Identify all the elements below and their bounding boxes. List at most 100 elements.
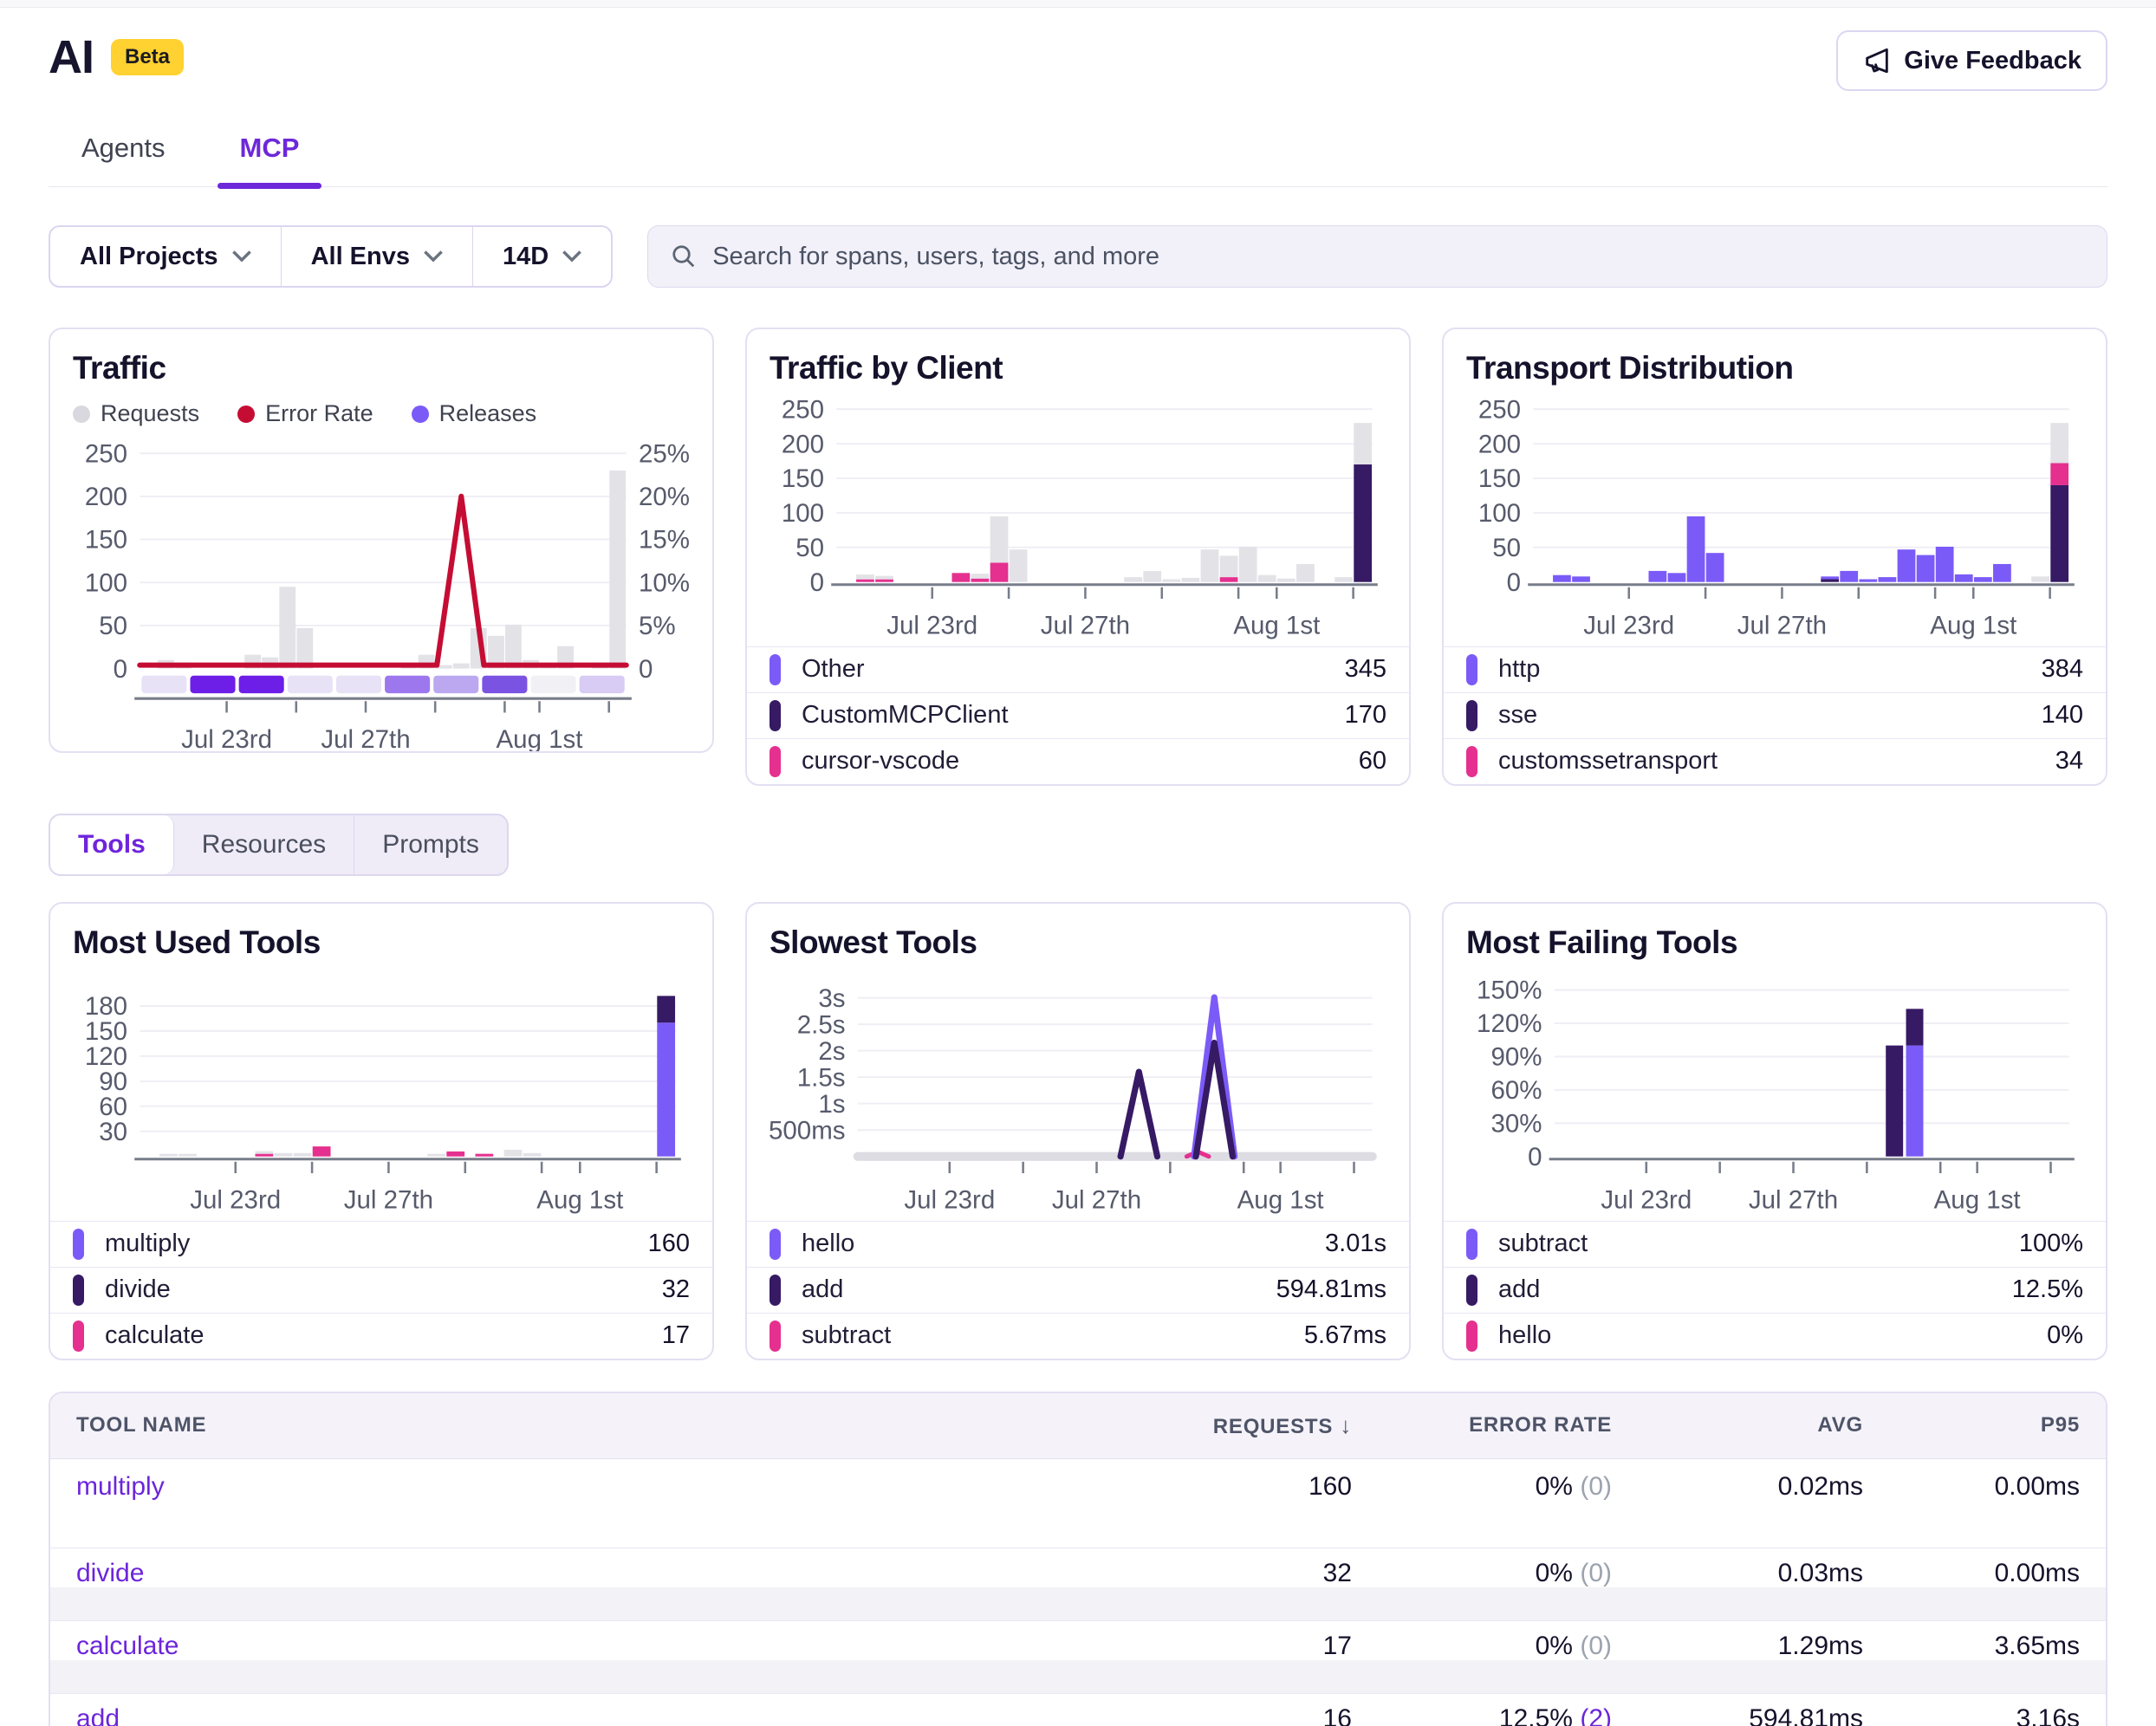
traffic-by-client-chart[interactable]: 050100150200250Jul 23rdJul 27thAug 1st (770, 392, 1386, 643)
requests-cell: 160 (1135, 1459, 1352, 1515)
error-rate-cell: 0% (0) (1352, 1548, 1612, 1599)
tab-mcp[interactable]: MCP (237, 120, 303, 186)
legend-error-rate[interactable]: Error Rate (237, 400, 373, 427)
legend-row-http[interactable]: http 384 (1444, 646, 2106, 692)
tab-agents[interactable]: Agents (78, 120, 169, 186)
svg-text:15%: 15% (639, 526, 690, 555)
most-used-tools-card: Most Used Tools 306090120150180Jul 23rdJ… (49, 902, 714, 1360)
svg-text:150: 150 (85, 526, 127, 555)
col-error-rate[interactable]: ERROR RATE (1352, 1413, 1612, 1437)
tool-link-calculate[interactable]: calculate (76, 1632, 179, 1660)
legend-row-customssetransport[interactable]: customssetransport 34 (1444, 738, 2106, 784)
legend-row-subtract[interactable]: subtract 100% (1444, 1221, 2106, 1267)
most-failing-tools-chart[interactable]: 030%60%90%120%150%Jul 23rdJul 27thAug 1s… (1466, 966, 2083, 1217)
svg-text:2s: 2s (818, 1037, 845, 1066)
legend-requests[interactable]: Requests (73, 400, 199, 427)
p95-cell: 3.65ms (1863, 1621, 2080, 1671)
svg-text:150: 150 (85, 1017, 127, 1046)
svg-text:Aug 1st: Aug 1st (1233, 612, 1320, 640)
tab-resources[interactable]: Resources (174, 815, 354, 874)
error-count-link[interactable]: (2) (1580, 1704, 1612, 1726)
date-range-dropdown[interactable]: 14D (472, 227, 611, 286)
col-tool-name[interactable]: TOOL NAME (76, 1413, 1135, 1437)
charts-row-2: Most Used Tools 306090120150180Jul 23rdJ… (49, 902, 2107, 1360)
table-row[interactable]: divide 32 0% (0) 0.03ms 0.00ms (50, 1548, 2106, 1620)
slowest-tools-card: Slowest Tools 500ms1s1.5s2s2.5s3sJul 23r… (745, 902, 1411, 1360)
app-logo: AI (49, 30, 94, 84)
error-rate-dot-icon (237, 406, 255, 423)
col-p95[interactable]: P95 (1863, 1413, 2080, 1437)
projects-filter-dropdown[interactable]: All Projects (50, 227, 281, 286)
search-input[interactable] (712, 243, 2084, 271)
legend-row-other[interactable]: Other 345 (747, 646, 1409, 692)
p95-cell: 3.16s (1863, 1694, 2080, 1726)
chevron-down-icon (232, 250, 251, 263)
search-bar[interactable] (647, 225, 2107, 288)
envs-filter-dropdown[interactable]: All Envs (281, 227, 472, 286)
tool-link-divide[interactable]: divide (76, 1559, 144, 1587)
avg-cell: 594.81ms (1612, 1694, 1863, 1726)
tool-link-add[interactable]: add (76, 1704, 120, 1726)
megaphone-icon (1862, 46, 1892, 75)
legend-row-hello[interactable]: hello 0% (1444, 1313, 2106, 1359)
error-count: (0) (1580, 1632, 1612, 1660)
tab-tools[interactable]: Tools (50, 815, 174, 874)
slowest-tools-chart[interactable]: 500ms1s1.5s2s2.5s3sJul 23rdJul 27thAug 1… (770, 966, 1386, 1217)
most-used-tools-chart[interactable]: 306090120150180Jul 23rdJul 27thAug 1st (73, 966, 690, 1217)
svg-text:30%: 30% (1490, 1109, 1542, 1138)
svg-text:0: 0 (810, 568, 824, 597)
svg-text:90%: 90% (1490, 1042, 1542, 1071)
transport-distribution-chart[interactable]: 050100150200250Jul 23rdJul 27thAug 1st (1466, 392, 2083, 643)
svg-text:Jul 23rd: Jul 23rd (886, 612, 977, 640)
legend-releases[interactable]: Releases (412, 400, 537, 427)
error-rate-cell: 12.5% (2) (1352, 1694, 1612, 1726)
svg-text:Jul 27th: Jul 27th (1041, 612, 1130, 640)
svg-text:0: 0 (1507, 568, 1521, 597)
series-marker (73, 1229, 84, 1260)
svg-text:120: 120 (85, 1042, 127, 1071)
svg-text:25%: 25% (639, 439, 690, 468)
requests-cell: 16 (1135, 1694, 1352, 1726)
svg-text:200: 200 (1478, 430, 1521, 458)
legend-row-hello[interactable]: hello 3.01s (747, 1221, 1409, 1267)
table-row[interactable]: calculate 17 0% (0) 1.29ms 3.65ms (50, 1620, 2106, 1693)
traffic-card: Traffic Requests Error Rate Releases (49, 328, 714, 753)
legend-row-cursor-vscode[interactable]: cursor-vscode 60 (747, 738, 1409, 784)
legend-row-divide[interactable]: divide 32 (50, 1267, 712, 1313)
svg-text:20%: 20% (639, 483, 690, 511)
legend-row-add[interactable]: add 594.81ms (747, 1267, 1409, 1313)
tool-link-multiply[interactable]: multiply (76, 1472, 165, 1501)
svg-text:150: 150 (782, 464, 824, 493)
p95-cell: 0.00ms (1863, 1459, 2080, 1515)
svg-text:120%: 120% (1477, 1009, 1542, 1038)
svg-text:10%: 10% (639, 568, 690, 597)
card-title: Most Failing Tools (1466, 925, 2083, 961)
svg-text:60: 60 (99, 1093, 127, 1121)
series-marker (770, 1275, 781, 1306)
legend-row-multiply[interactable]: multiply 160 (50, 1221, 712, 1267)
series-marker (73, 1320, 84, 1352)
svg-text:0: 0 (1528, 1143, 1542, 1171)
give-feedback-button[interactable]: Give Feedback (1836, 30, 2107, 91)
legend-row-subtract[interactable]: subtract 5.67ms (747, 1313, 1409, 1359)
table-row[interactable]: multiply 160 0% (0) 0.02ms 0.00ms (50, 1459, 2106, 1548)
legend-row-add[interactable]: add 12.5% (1444, 1267, 2106, 1313)
tools-table: TOOL NAME REQUESTS↓ ERROR RATE AVG P95 m… (49, 1392, 2107, 1726)
series-marker (1466, 700, 1477, 731)
svg-text:Aug 1st: Aug 1st (1930, 612, 2016, 640)
svg-text:30: 30 (99, 1118, 127, 1146)
col-requests[interactable]: REQUESTS↓ (1135, 1412, 1352, 1439)
avg-cell: 0.02ms (1612, 1459, 1863, 1515)
svg-text:200: 200 (782, 430, 824, 458)
legend-row-custommcpclient[interactable]: CustomMCPClient 170 (747, 692, 1409, 738)
table-row[interactable]: add 16 12.5% (2) 594.81ms 3.16s (50, 1693, 2106, 1726)
filter-group: All Projects All Envs 14D (49, 225, 613, 288)
svg-text:150%: 150% (1477, 977, 1542, 1005)
traffic-chart[interactable]: 05010015020025005%10%15%20%25%Jul 23rdJu… (73, 432, 690, 751)
legend-row-calculate[interactable]: calculate 17 (50, 1313, 712, 1359)
legend-row-sse[interactable]: sse 140 (1444, 692, 2106, 738)
svg-text:Aug 1st: Aug 1st (536, 1186, 623, 1215)
tab-prompts[interactable]: Prompts (354, 815, 507, 874)
col-avg[interactable]: AVG (1612, 1413, 1863, 1437)
table-header-row: TOOL NAME REQUESTS↓ ERROR RATE AVG P95 (50, 1393, 2106, 1459)
